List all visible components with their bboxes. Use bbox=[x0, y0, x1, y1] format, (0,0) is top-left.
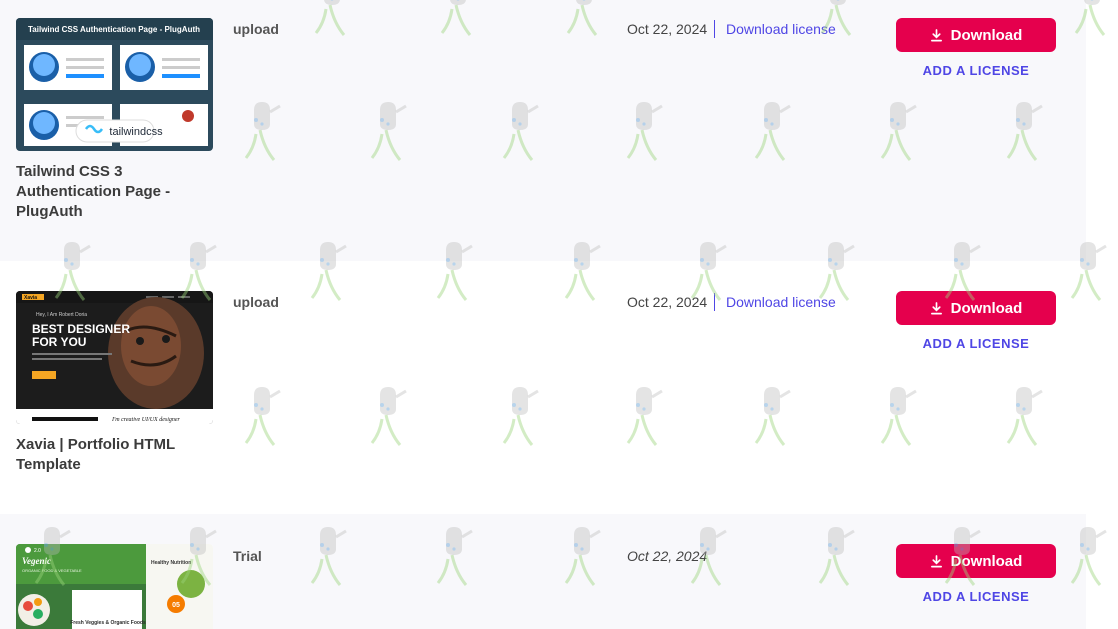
download-item: 2.0 Vegenic ORGANIC FOOD & VEGETABLE Fre… bbox=[0, 514, 1086, 629]
add-license-button[interactable]: ADD A LICENSE bbox=[896, 63, 1056, 78]
thumb-tagline: ORGANIC FOOD & VEGETABLE bbox=[22, 568, 82, 573]
download-icon bbox=[930, 28, 942, 41]
download-item: Xavia Hey, I Am Robert Doria BEST DESIGN… bbox=[0, 273, 1086, 514]
download-button-label: Download bbox=[950, 299, 1023, 317]
item-type: upload bbox=[233, 21, 279, 37]
thumb-card-title: Healthy Nutrition bbox=[151, 560, 191, 566]
thumb-badge: 05 bbox=[172, 602, 180, 609]
download-button[interactable]: Download bbox=[896, 291, 1056, 325]
item-title[interactable]: Xavia | Portfolio HTML Template bbox=[16, 435, 216, 475]
downloads-list: Tailwind CSS Authentication Page - PlugA… bbox=[0, 0, 1118, 629]
item-date: Oct 22, 2024 bbox=[627, 548, 708, 564]
item-thumbnail[interactable]: Xavia Hey, I Am Robert Doria BEST DESIGN… bbox=[16, 291, 213, 424]
separator bbox=[714, 20, 715, 38]
item-type: Trial bbox=[233, 548, 262, 564]
thumb-brand: Vegenic bbox=[22, 556, 51, 566]
download-item: Tailwind CSS Authentication Page - PlugA… bbox=[0, 0, 1086, 261]
thumb-brand: tailwindcss bbox=[109, 126, 163, 138]
thumb-greeting: Hey, I Am Robert Doria bbox=[36, 312, 87, 318]
download-icon bbox=[930, 301, 942, 314]
thumb-promo: Fresh Veggies & Organic Foods bbox=[70, 620, 146, 626]
item-thumbnail[interactable]: 2.0 Vegenic ORGANIC FOOD & VEGETABLE Fre… bbox=[16, 544, 213, 629]
add-license-button[interactable]: ADD A LICENSE bbox=[896, 336, 1056, 351]
add-license-button[interactable]: ADD A LICENSE bbox=[896, 589, 1056, 604]
download-license-link[interactable]: Download license bbox=[726, 21, 836, 37]
download-button-label: Download bbox=[950, 552, 1023, 570]
download-icon bbox=[930, 554, 942, 567]
thumb-banner: Tailwind CSS Authentication Page - PlugA… bbox=[28, 25, 200, 34]
thumb-logo: Xavia bbox=[24, 295, 37, 301]
item-title[interactable]: Tailwind CSS 3 Authentication Page - Plu… bbox=[16, 162, 216, 222]
separator bbox=[714, 293, 715, 311]
download-button[interactable]: Download bbox=[896, 544, 1056, 578]
thumb-footer-text: I'm creative UI/UX designer bbox=[111, 417, 181, 423]
download-license-link[interactable]: Download license bbox=[726, 294, 836, 310]
download-button[interactable]: Download bbox=[896, 18, 1056, 52]
item-date: Oct 22, 2024 bbox=[627, 21, 708, 37]
item-date: Oct 22, 2024 bbox=[627, 294, 708, 310]
thumb-headline-1: BEST DESIGNER bbox=[32, 322, 130, 336]
thumb-headline-2: FOR YOU bbox=[32, 335, 86, 349]
download-button-label: Download bbox=[950, 26, 1023, 44]
item-type: upload bbox=[233, 294, 279, 310]
item-thumbnail[interactable]: Tailwind CSS Authentication Page - PlugA… bbox=[16, 18, 213, 151]
thumb-version: 2.0 bbox=[34, 548, 41, 554]
